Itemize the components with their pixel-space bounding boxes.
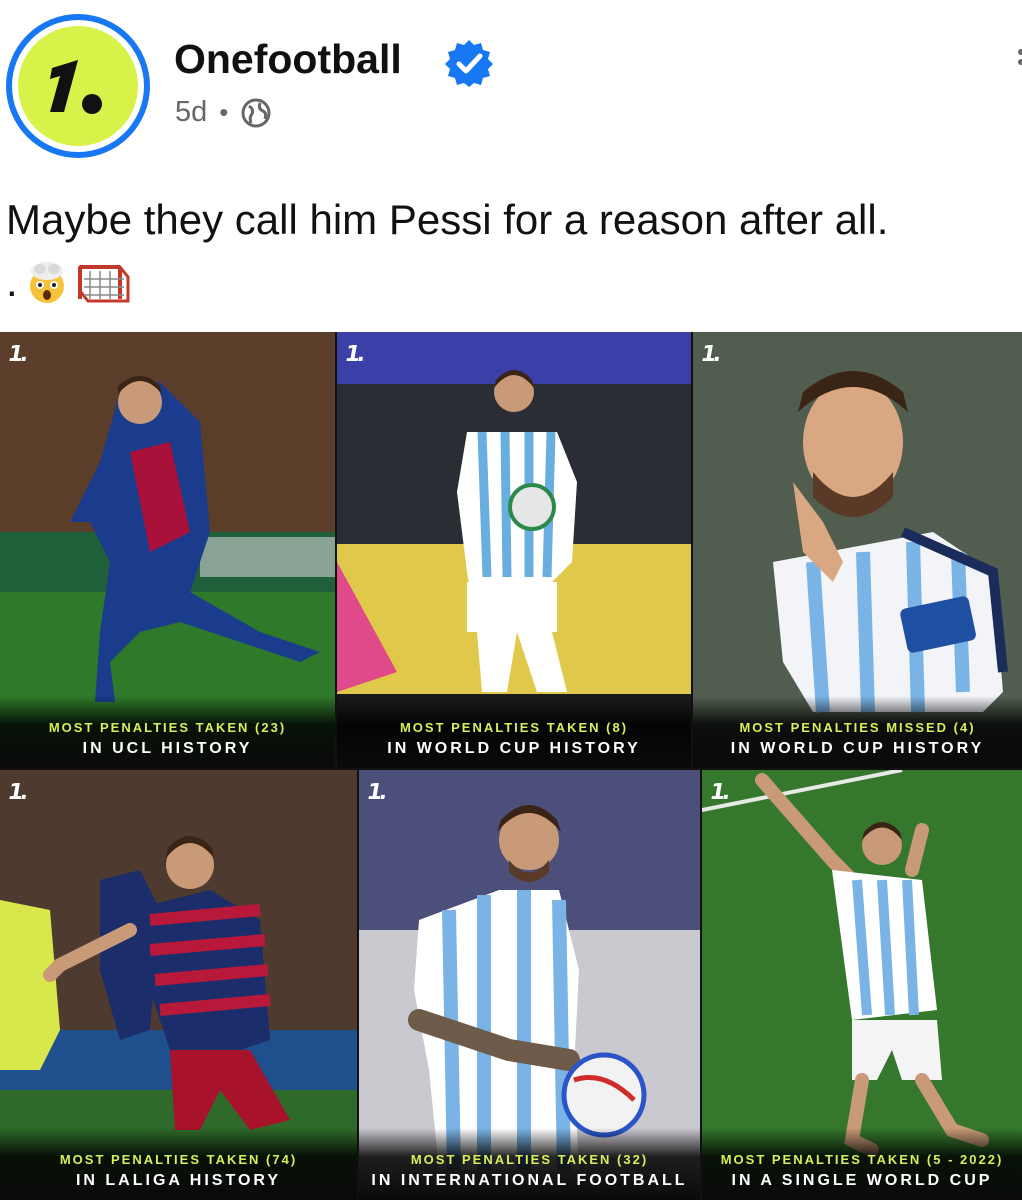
stat-label: MOST PENALTIES TAKEN (74) [59, 1152, 298, 1167]
tile-caption: MOST PENALTIES MISSED (4) IN WORLD CUP H… [693, 696, 1022, 768]
caption-dot: . [6, 258, 18, 305]
onefootball-logo [18, 26, 138, 146]
post-header: Onefootball 5d • [0, 0, 1022, 170]
stat-label: MOST PENALTIES TAKEN (5 - 2022) [720, 1152, 1004, 1167]
grid-image-3[interactable]: 1. MOST PENALTIES MISSED (4) IN WORLD CU… [693, 332, 1022, 768]
stat-context: IN LALIGA HISTORY [75, 1172, 282, 1189]
meta-separator: • [219, 97, 229, 127]
image-grid[interactable]: 1. MOST PENALTIES TAKEN (23) IN UCL HIST… [0, 332, 1022, 1200]
page-name-link[interactable]: Onefootball [174, 36, 402, 83]
tile-caption: MOST PENALTIES TAKEN (8) IN WORLD CUP HI… [337, 696, 691, 768]
grid-image-6[interactable]: 1. MOST PENALTIES TAKEN (5 - 2022) IN A … [702, 770, 1022, 1200]
grid-image-5[interactable]: 1. MOST PENALTIES TAKEN (32) IN INTERNAT… [359, 770, 700, 1200]
post-caption-emojis: . [6, 258, 132, 306]
stat-context: IN INTERNATIONAL FOOTBALL [371, 1172, 688, 1189]
stat-label: MOST PENALTIES TAKEN (32) [410, 1152, 649, 1167]
post-caption: Maybe they call him Pessi for a reason a… [6, 196, 889, 243]
exploding-head-emoji [29, 262, 64, 303]
grid-image-4[interactable]: 1. MOST PENALTIES TAKEN (74) IN LALIGA H… [0, 770, 357, 1200]
tile-caption: MOST PENALTIES TAKEN (32) IN INTERNATION… [359, 1128, 700, 1200]
stat-context: IN WORLD CUP HISTORY [387, 740, 641, 757]
stat-label: MOST PENALTIES MISSED (4) [739, 720, 976, 735]
tile-caption: MOST PENALTIES TAKEN (23) IN UCL HISTORY [0, 696, 335, 768]
page-avatar[interactable] [6, 14, 150, 158]
stat-label: MOST PENALTIES TAKEN (8) [399, 720, 629, 735]
globe-icon[interactable] [240, 97, 272, 129]
tile-caption: MOST PENALTIES TAKEN (74) IN LALIGA HIST… [0, 1128, 357, 1200]
post-meta: 5d • [175, 96, 272, 129]
onefootball-logo-mark [50, 60, 102, 114]
tile-caption: MOST PENALTIES TAKEN (5 - 2022) IN A SIN… [702, 1128, 1022, 1200]
grid-image-2[interactable]: 1. MOST PENALTIES TAKEN (8) IN WORLD CUP… [337, 332, 691, 768]
grid-image-1[interactable]: 1. MOST PENALTIES TAKEN (23) IN UCL HIST… [0, 332, 335, 768]
stat-label: MOST PENALTIES TAKEN (23) [48, 720, 287, 735]
verified-badge-icon [445, 40, 493, 87]
stat-context: IN WORLD CUP HISTORY [730, 740, 985, 757]
post-time-link[interactable]: 5d [175, 96, 207, 129]
stat-context: IN UCL HISTORY [82, 740, 253, 757]
goal-net-emoji [77, 265, 130, 303]
stat-context: IN A SINGLE WORLD CUP [731, 1172, 993, 1189]
more-options-icon[interactable] [1014, 48, 1022, 68]
